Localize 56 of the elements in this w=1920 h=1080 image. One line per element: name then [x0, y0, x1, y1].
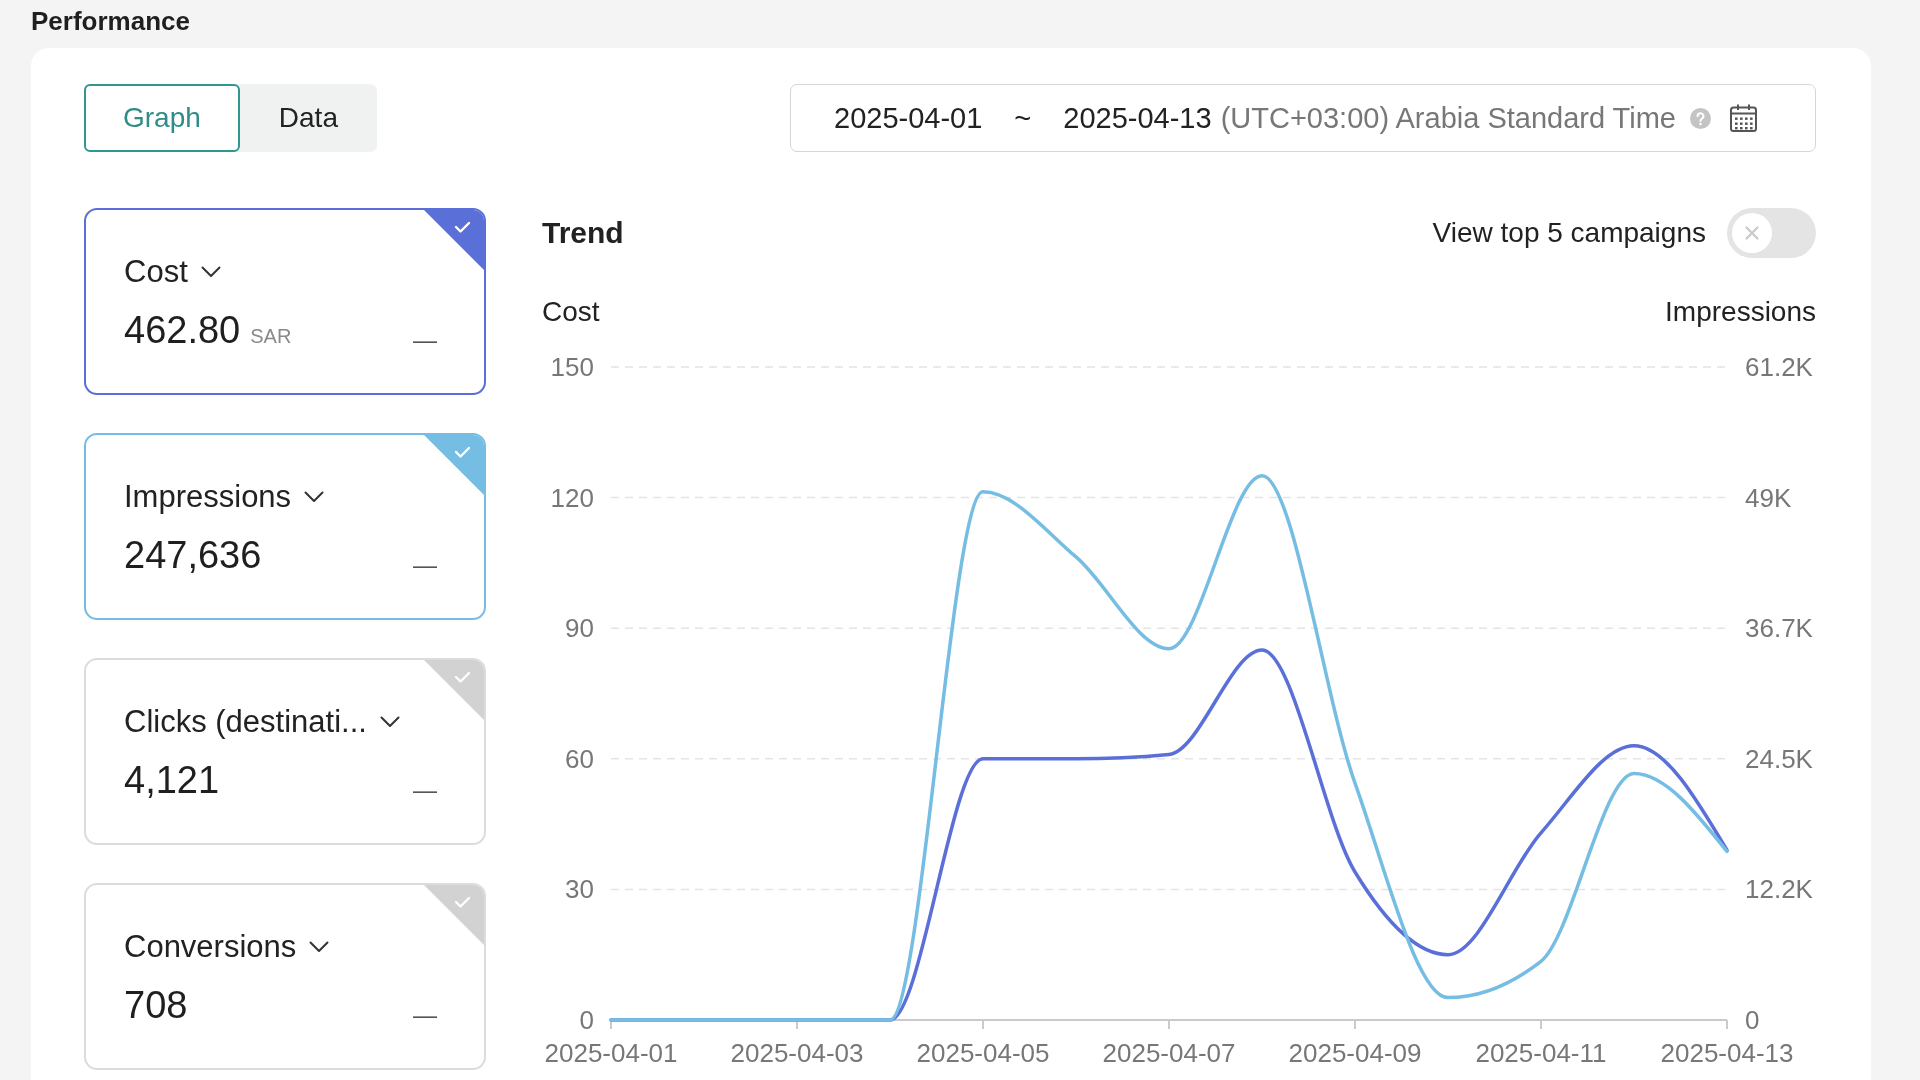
axis-tick-label: 61.2K [1745, 352, 1813, 382]
timezone-label: (UTC+03:00) Arabia Standard Time [1220, 101, 1676, 135]
axis-tick-label: 60 [565, 743, 594, 774]
start-date: 2025-04-01 [834, 101, 983, 135]
metric-dropdown[interactable]: Impressions [124, 479, 325, 515]
chevron-down-icon [200, 266, 221, 278]
date-range-picker[interactable]: 2025-04-01 ~ 2025-04-13 (UTC+03:00) Arabia Standard Time [790, 84, 1816, 152]
page-title: Performance [31, 5, 191, 38]
axis-tick-label: 150 [550, 352, 594, 382]
toggle-switch[interactable] [1727, 208, 1816, 258]
axis-title: Cost [542, 296, 600, 327]
axis-tick-label: 2025-04-05 [916, 1038, 1050, 1068]
axis-tick-label: 120 [550, 482, 594, 513]
axis-tick-label: 2025-04-07 [1102, 1038, 1236, 1068]
metric-dropdown[interactable]: Clicks (destinati... [124, 704, 400, 740]
chevron-down-icon [304, 491, 325, 503]
axis-tick-label: 12.2K [1745, 874, 1813, 905]
metric-card[interactable]: Impressions 247,636 — [84, 433, 486, 620]
axis-tick-label: 2025-04-03 [730, 1038, 864, 1068]
axis-tick-label: 2025-04-01 [544, 1038, 678, 1068]
axis-tick-label: 90 [565, 613, 594, 644]
comparison-value: — [413, 553, 437, 577]
comparison-value: — [413, 328, 437, 352]
metric-value: 247,636 [124, 533, 262, 577]
axis-tick-label: 2025-04-09 [1288, 1038, 1422, 1068]
metric-dropdown[interactable]: Cost [124, 254, 221, 290]
axis-title: Impressions [1665, 296, 1816, 327]
end-date: 2025-04-13 [1063, 101, 1212, 135]
help-icon[interactable] [1690, 107, 1711, 129]
view-tab[interactable]: Graph [84, 84, 240, 152]
chevron-down-icon [309, 941, 330, 953]
unit-label: SAR [250, 325, 292, 348]
cross-icon [1732, 213, 1772, 253]
range-separator: ~ [1014, 101, 1032, 135]
metric-value: 708 [124, 983, 188, 1027]
metric-card[interactable]: Cost 462.80 SAR — [84, 208, 486, 395]
axis-tick-label: 0 [579, 1005, 594, 1035]
calendar-icon[interactable] [1730, 104, 1757, 132]
axis-tick-label: 36.7K [1745, 613, 1813, 644]
axis-tick-label: 0 [1745, 1005, 1760, 1035]
comparison-value: — [413, 1003, 437, 1027]
axis-tick-label: 24.5K [1745, 743, 1813, 774]
toggle-label: View top 5 campaigns [1432, 217, 1706, 249]
axis-tick-label: 2025-04-13 [1660, 1038, 1794, 1068]
metric-value: 462.80 [124, 308, 241, 352]
metric-value: 4,121 [124, 758, 220, 802]
axis-tick-label: 49K [1745, 482, 1792, 513]
metric-dropdown[interactable]: Conversions [124, 929, 330, 965]
metric-card[interactable]: Clicks (destinati... 4,121 — [84, 658, 486, 845]
section-title: Trend [542, 216, 624, 250]
axis-tick-label: 2025-04-11 [1475, 1038, 1607, 1068]
metric-card[interactable]: Conversions 708 — [84, 883, 486, 1070]
axis-tick-label: 30 [565, 874, 594, 905]
view-tab[interactable]: Data [239, 84, 377, 152]
chevron-down-icon [379, 716, 400, 728]
comparison-value: — [413, 778, 437, 802]
